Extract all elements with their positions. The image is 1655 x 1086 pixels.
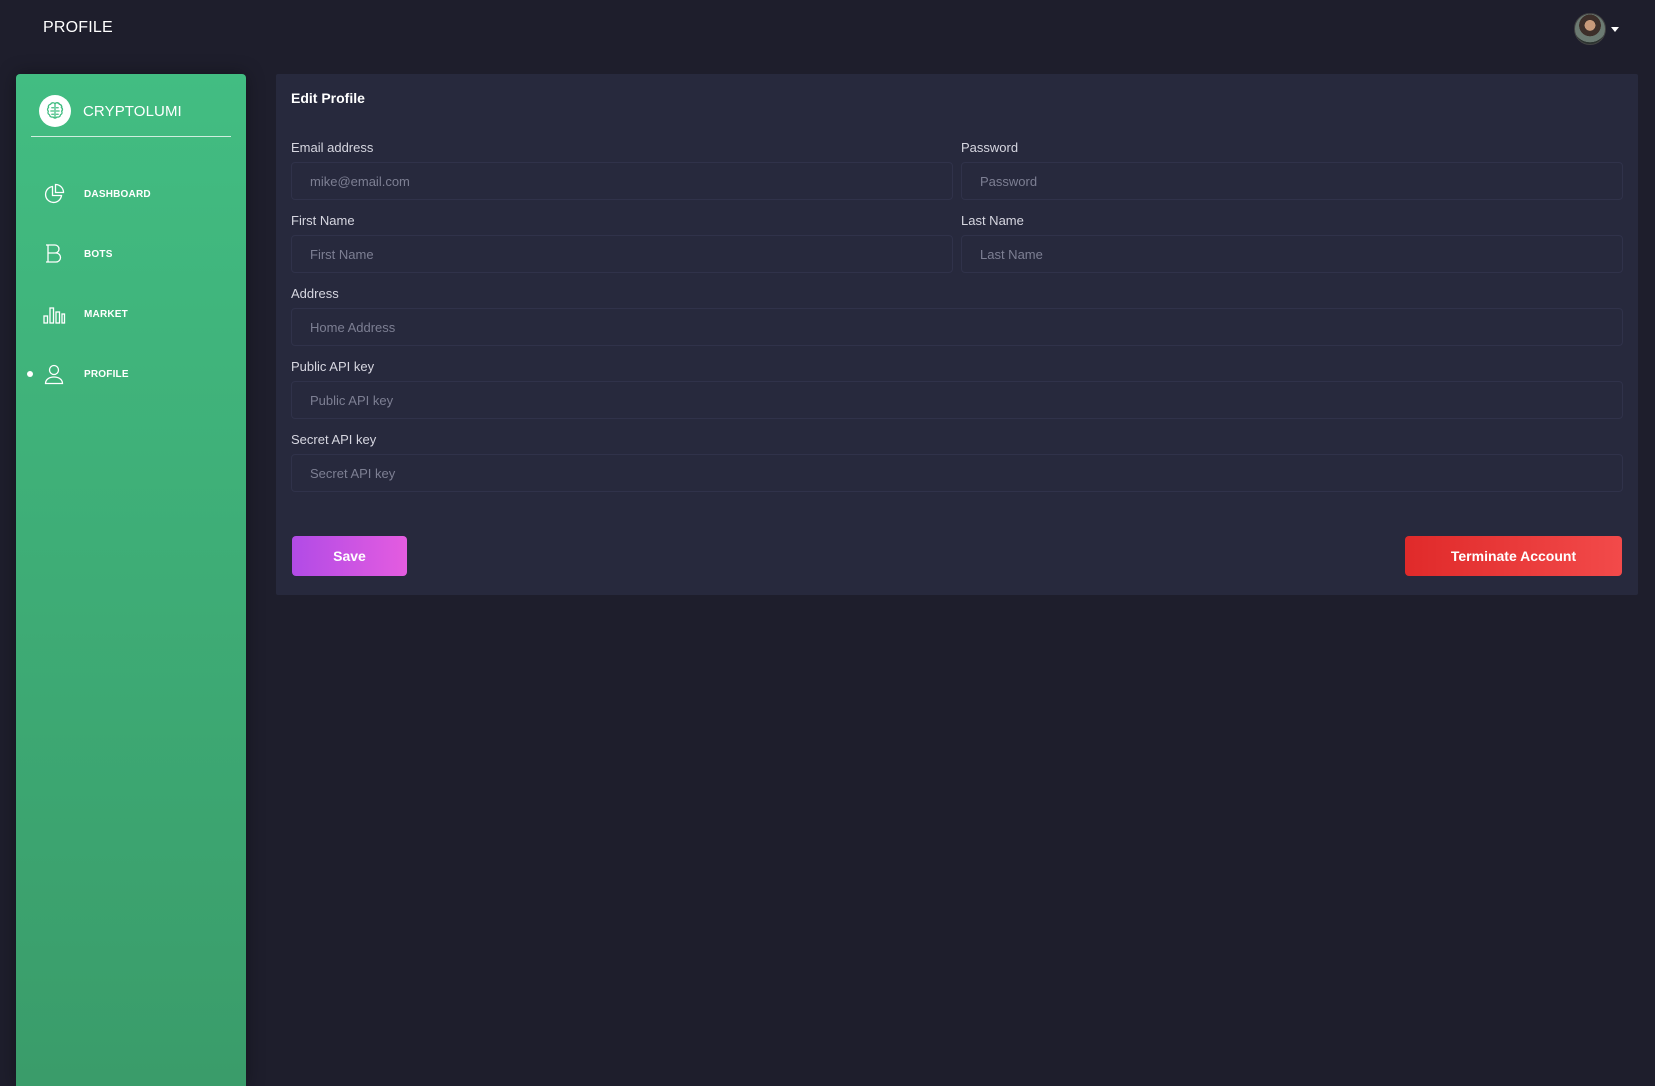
sidebar-item-label: BOTS <box>84 248 113 260</box>
active-indicator <box>27 371 33 377</box>
password-field[interactable] <box>961 162 1623 200</box>
last-name-label: Last Name <box>961 213 1024 228</box>
edit-profile-card: Edit Profile Email address Password Firs… <box>276 74 1638 595</box>
bar-chart-icon <box>42 302 66 326</box>
public-api-key-label: Public API key <box>291 359 375 374</box>
sidebar-item-label: PROFILE <box>84 368 129 380</box>
address-label: Address <box>291 286 339 301</box>
terminate-account-button[interactable]: Terminate Account <box>1405 536 1622 576</box>
brand[interactable]: CRYPTOLUMI <box>31 86 231 137</box>
bitcoin-b-icon <box>42 242 66 266</box>
sidebar-nav: DASHBOARD BOTS MARKET PROFILE <box>16 164 246 404</box>
user-icon <box>42 362 66 386</box>
sidebar-item-bots[interactable]: BOTS <box>16 224 246 284</box>
pie-chart-icon <box>42 182 66 206</box>
secret-api-key-field[interactable] <box>291 454 1623 492</box>
caret-down-icon[interactable] <box>1611 26 1619 32</box>
first-name-field[interactable] <box>291 235 953 273</box>
secret-api-key-label: Secret API key <box>291 432 377 447</box>
sidebar-item-market[interactable]: MARKET <box>16 284 246 344</box>
top-bar: PROFILE <box>0 0 1655 60</box>
brand-name: CRYPTOLUMI <box>83 102 182 120</box>
card-title: Edit Profile <box>291 90 365 106</box>
avatar[interactable] <box>1574 13 1606 45</box>
user-menu[interactable] <box>1574 13 1619 45</box>
email-label: Email address <box>291 140 374 155</box>
sidebar-item-label: MARKET <box>84 308 128 320</box>
sidebar-item-dashboard[interactable]: DASHBOARD <box>16 164 246 224</box>
sidebar: CRYPTOLUMI DASHBOARD BOTS MARKET PROFILE <box>16 74 246 1086</box>
password-label: Password <box>961 140 1019 155</box>
first-name-label: First Name <box>291 213 355 228</box>
email-field[interactable] <box>291 162 953 200</box>
sidebar-item-profile[interactable]: PROFILE <box>16 344 246 404</box>
sidebar-item-label: DASHBOARD <box>84 188 151 200</box>
brain-logo-icon <box>39 95 71 127</box>
save-button[interactable]: Save <box>292 536 407 576</box>
address-field[interactable] <box>291 308 1623 346</box>
public-api-key-field[interactable] <box>291 381 1623 419</box>
page-title: PROFILE <box>43 19 113 36</box>
last-name-field[interactable] <box>961 235 1623 273</box>
